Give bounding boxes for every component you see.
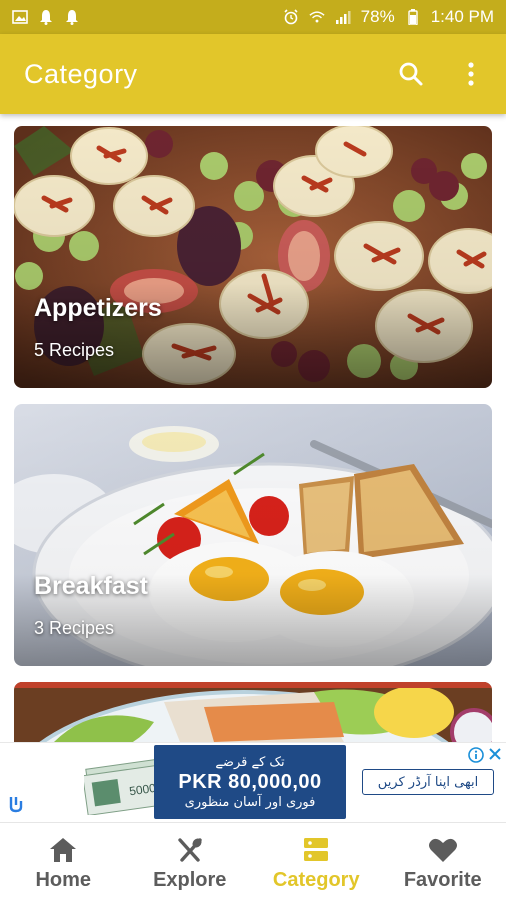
ad-panel[interactable]: تک کے قرضے PKR 80,000,00 فوری اور آسان م… [154, 745, 346, 819]
ad-banner[interactable]: 5000 تک کے قرضے PKR 80,000,00 فوری اور آ… [0, 742, 506, 820]
more-options-button[interactable] [456, 59, 486, 89]
nav-explore[interactable]: Explore [127, 823, 254, 900]
search-icon [399, 62, 423, 86]
alarm-icon [283, 9, 299, 25]
status-right: 78% 1:40 PM [283, 7, 494, 27]
ad-urdu-bottom-text: فوری اور آسان منظوری [184, 794, 316, 810]
ad-network-logo [9, 797, 23, 813]
ad-cta-button[interactable]: ابھی اپنا آرڈر کریں [362, 769, 494, 795]
nav-favorite-label: Favorite [403, 869, 482, 891]
category-name: Appetizers [34, 294, 162, 322]
category-card-breakfast[interactable]: Breakfast 3 Recipes [14, 404, 492, 666]
nav-home[interactable]: Home [0, 823, 127, 900]
category-card-appetizers[interactable]: Appetizers 5 Recipes [14, 126, 492, 388]
gallery-icon [12, 9, 28, 25]
search-button[interactable] [396, 59, 426, 89]
nav-category[interactable]: Category [253, 823, 380, 900]
category-3-image [14, 682, 492, 742]
category-card-3[interactable] [14, 682, 492, 742]
signal-icon [335, 9, 351, 25]
utensils-icon [175, 835, 205, 865]
ad-urdu-top-text: تک کے قرضے [215, 754, 285, 770]
heart-icon [428, 835, 458, 865]
recipe-count: 3 Recipes [34, 618, 115, 638]
bell-icon [38, 9, 54, 25]
ad-info-icon[interactable] [468, 747, 484, 763]
app-bar: Category [0, 34, 506, 114]
status-bar: 78% 1:40 PM [0, 0, 506, 34]
home-icon [48, 835, 78, 865]
page-title: Category [24, 58, 138, 89]
nav-explore-label: Explore [153, 869, 227, 891]
category-name: Breakfast [34, 572, 148, 600]
ad-close-icon[interactable] [488, 747, 502, 761]
bottom-navigation: Home Explore Category Favorite [0, 822, 506, 900]
app-bar-actions [396, 59, 486, 89]
bell-icon [64, 9, 80, 25]
status-left-icons [12, 9, 80, 25]
nav-category-label: Category [272, 869, 360, 891]
nav-home-label: Home [35, 869, 92, 891]
nav-favorite[interactable]: Favorite [380, 823, 506, 900]
more-vert-icon [468, 62, 474, 86]
category-icon [301, 835, 331, 865]
battery-icon [405, 9, 421, 25]
recipe-count: 5 Recipes [34, 340, 115, 360]
battery-percent: 78% [360, 7, 395, 26]
wifi-icon [309, 9, 325, 25]
category-list[interactable]: Appetizers 5 Recipes Breakfast 3 Recipes [0, 114, 506, 742]
ad-amount: PKR 80,000,00 [178, 770, 322, 793]
status-time: 1:40 PM [430, 7, 494, 26]
